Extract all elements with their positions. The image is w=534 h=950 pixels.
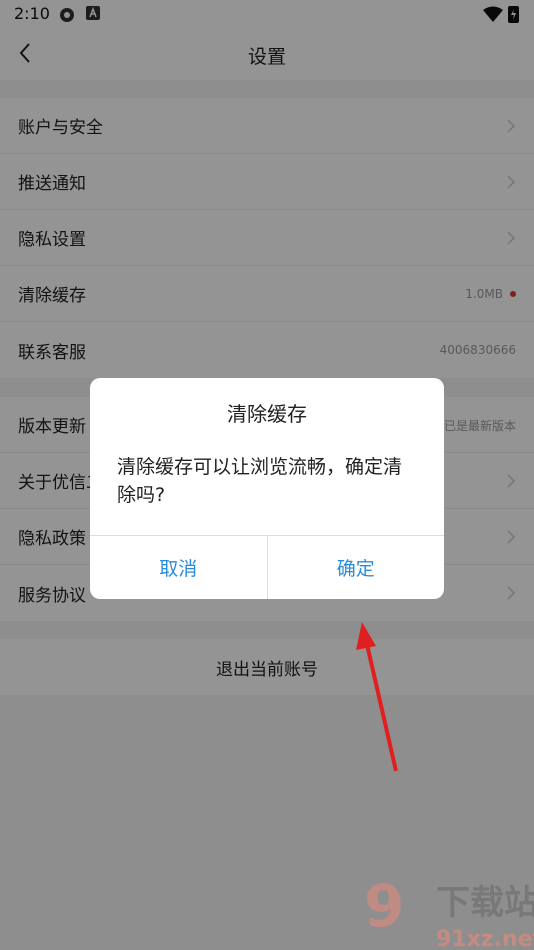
svg-text:91xz.net: 91xz.net xyxy=(436,927,534,950)
watermark-logo-icon: 9 下载站 91xz.net xyxy=(364,872,534,950)
annotation-arrow-icon xyxy=(356,622,398,772)
svg-text:下载站: 下载站 xyxy=(436,883,534,923)
svg-text:9: 9 xyxy=(364,872,404,940)
